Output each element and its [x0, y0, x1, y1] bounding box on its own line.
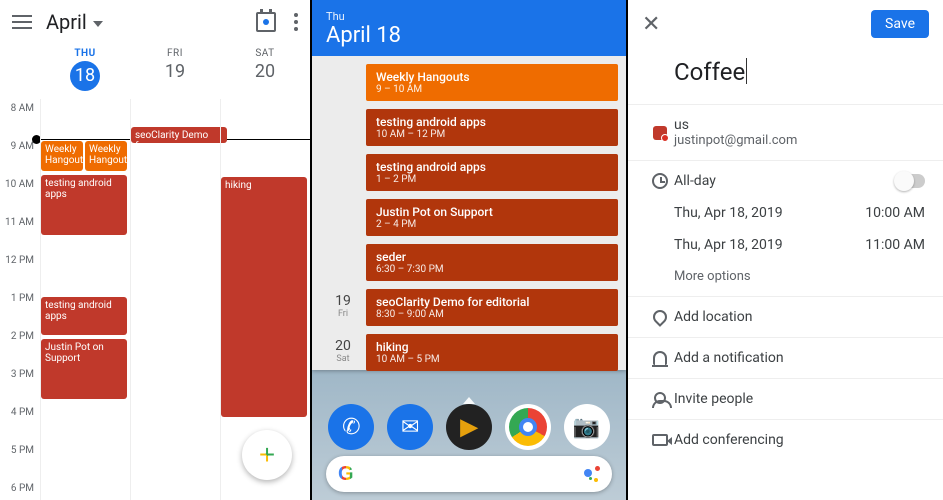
widget-row[interactable]: testing android apps1 – 2 PM	[312, 152, 626, 197]
widget-row-date: 19Fri	[320, 289, 366, 330]
event-block[interactable]: seoClarity Demo for	[131, 127, 227, 143]
chevron-down-icon	[93, 21, 103, 27]
widget-header-date: April 18	[326, 23, 612, 48]
people-icon	[652, 392, 668, 406]
invite-people-label: Invite people	[674, 391, 925, 407]
row-calendar[interactable]: us justinpot@gmail.com	[628, 104, 943, 160]
start-time[interactable]: 10:00 AM	[865, 205, 925, 221]
assistant-icon[interactable]	[584, 466, 600, 482]
more-options-label: More options	[674, 269, 925, 284]
event-block[interactable]: testing android apps	[41, 175, 127, 235]
widget-row[interactable]: 20Sathiking10 AM – 5 PM	[312, 332, 626, 377]
add-notification-label: Add a notification	[674, 350, 925, 366]
sheet-topbar: ✕ Save	[628, 0, 943, 48]
close-icon[interactable]: ✕	[642, 12, 660, 37]
widget-header-dow: Thu	[326, 10, 612, 23]
calendar-color-icon	[653, 126, 667, 140]
event-block[interactable]: hiking	[221, 177, 307, 417]
day-header-sat[interactable]: SAT20	[220, 44, 310, 99]
widget-event[interactable]: seoClarity Demo for editorial8:30 – 9:00…	[366, 289, 618, 326]
day-headers: THU18 FRI19 SAT20	[0, 44, 310, 99]
col-fri: seoClarity Demo for	[130, 99, 220, 500]
day-header-thu[interactable]: THU18	[40, 44, 130, 99]
widget-row[interactable]: Justin Pot on Support2 – 4 PM	[312, 197, 626, 242]
widget-event[interactable]: Justin Pot on Support2 – 4 PM	[366, 199, 618, 236]
menu-icon[interactable]	[12, 15, 32, 29]
widget-event[interactable]: Weekly Hangouts9 – 10 AM	[366, 64, 618, 101]
row-conferencing[interactable]: Add conferencing	[628, 419, 943, 460]
row-invite[interactable]: Invite people	[628, 378, 943, 419]
widget-row-date	[320, 64, 366, 105]
calendar-email: justinpot@gmail.com	[674, 133, 925, 148]
camera-app-icon[interactable]: 📷	[564, 404, 610, 450]
month-picker[interactable]: April	[46, 10, 87, 34]
widget-header[interactable]: Thu April 18	[312, 0, 626, 56]
add-location-label: Add location	[674, 309, 925, 325]
widget-event[interactable]: seder6:30 – 7:30 PM	[366, 244, 618, 281]
widget-row[interactable]: seder6:30 – 7:30 PM	[312, 242, 626, 287]
homescreen: Thu April 18 Weekly Hangouts9 – 10 AM tes…	[312, 0, 628, 500]
add-conferencing-label: Add conferencing	[674, 432, 925, 448]
widget-row[interactable]: testing android apps10 AM – 12 PM	[312, 107, 626, 152]
bell-icon	[653, 351, 667, 365]
day-header-fri[interactable]: FRI19	[130, 44, 220, 99]
widget-row-date: 20Sat	[320, 334, 366, 375]
widget-row-date	[320, 154, 366, 195]
widget-event[interactable]: testing android apps10 AM – 12 PM	[366, 109, 618, 146]
location-pin-icon	[650, 307, 670, 327]
create-event-fab[interactable]: +	[242, 430, 292, 480]
save-button[interactable]: Save	[871, 10, 929, 38]
row-allday: All-day	[628, 160, 943, 201]
event-title-input[interactable]: Coffee	[628, 48, 943, 104]
calendar-name: us	[674, 117, 925, 133]
allday-toggle[interactable]	[895, 174, 925, 188]
end-time[interactable]: 11:00 AM	[865, 237, 925, 253]
event-block[interactable]: testing android apps	[41, 297, 127, 335]
event-block[interactable]: Weekly Hangouts	[85, 141, 127, 171]
event-block[interactable]: Weekly Hangouts	[41, 141, 83, 171]
row-location[interactable]: Add location	[628, 296, 943, 337]
today-icon[interactable]	[256, 12, 276, 32]
video-icon	[652, 434, 668, 446]
row-more-options[interactable]: More options	[628, 265, 943, 296]
top-bar: April	[0, 0, 310, 44]
google-g-icon: G	[338, 463, 354, 486]
app-drawer-handle-icon[interactable]	[463, 397, 475, 404]
event-title-value: Coffee	[674, 58, 745, 86]
messages-app-icon[interactable]: ✉	[387, 404, 433, 450]
end-date[interactable]: Thu, Apr 18, 2019	[674, 237, 865, 253]
widget-event[interactable]: testing android apps1 – 2 PM	[366, 154, 618, 191]
google-search-pill[interactable]: G	[326, 456, 612, 492]
event-create-sheet: ✕ Save Coffee us justinpot@gmail.com All…	[628, 0, 943, 500]
text-cursor	[746, 58, 747, 84]
plex-app-icon[interactable]: ▶	[446, 404, 492, 450]
widget-row-date	[320, 244, 366, 285]
row-notification[interactable]: Add a notification	[628, 337, 943, 378]
calendar-day-view: April THU18 FRI19 SAT20 8 AM 9 AM 10 AM …	[0, 0, 312, 500]
plus-icon: +	[259, 439, 275, 471]
chrome-app-icon[interactable]	[505, 404, 551, 450]
start-date[interactable]: Thu, Apr 18, 2019	[674, 205, 865, 221]
widget-event[interactable]: hiking10 AM – 5 PM	[366, 334, 618, 371]
calendar-widget[interactable]: Thu April 18 Weekly Hangouts9 – 10 AM tes…	[312, 0, 626, 370]
widget-body: Weekly Hangouts9 – 10 AM testing android …	[312, 56, 626, 383]
widget-row[interactable]: 19FriseoClarity Demo for editorial8:30 –…	[312, 287, 626, 332]
row-start[interactable]: Thu, Apr 18, 2019 10:00 AM	[628, 201, 943, 233]
allday-label: All-day	[674, 173, 895, 189]
row-end[interactable]: Thu, Apr 18, 2019 11:00 AM	[628, 233, 943, 265]
phone-app-icon[interactable]: ✆	[328, 404, 374, 450]
widget-row-date	[320, 199, 366, 240]
dock: ✆ ✉ ▶ 📷	[312, 404, 626, 450]
overflow-menu-icon[interactable]	[294, 13, 298, 31]
event-block[interactable]: Justin Pot on Support	[41, 339, 127, 399]
widget-row[interactable]: Weekly Hangouts9 – 10 AM	[312, 62, 626, 107]
widget-row-date	[320, 109, 366, 150]
clock-icon	[652, 173, 668, 189]
col-thu: Weekly Hangouts Weekly Hangouts testing …	[40, 99, 130, 500]
